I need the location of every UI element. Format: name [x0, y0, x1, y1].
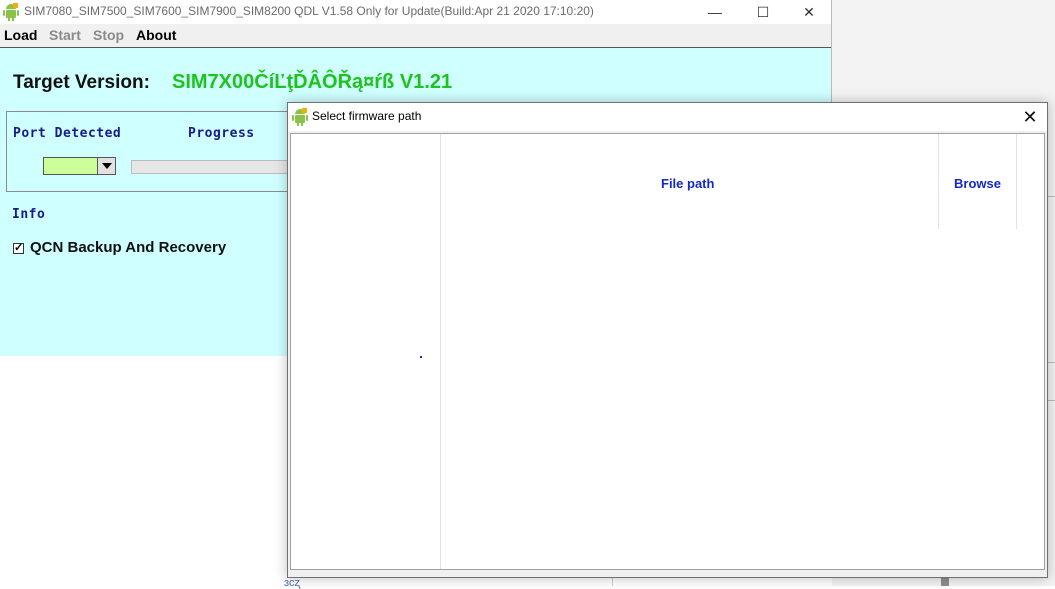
progress-bar — [131, 160, 291, 174]
window-title: SIM7080_SIM7500_SIM7600_SIM7900_SIM8200 … — [24, 4, 594, 18]
qcn-backup-checkbox[interactable]: ✓ — [13, 243, 24, 254]
close-button[interactable]: ✕ — [786, 0, 832, 24]
grid-column-divider — [440, 134, 441, 569]
title-bar: SIM7080_SIM7500_SIM7600_SIM7900_SIM8200 … — [0, 0, 831, 24]
android-app-icon — [292, 108, 308, 126]
background-fragment-text: ɜᴄʐ — [284, 577, 301, 589]
background-side-divider — [1048, 400, 1055, 401]
target-version-value: SIM7X00ČíĽţĎÂÔŘą¤ŕß V1.21 — [172, 71, 453, 93]
port-dropdown[interactable] — [43, 157, 116, 175]
grid-column-divider — [938, 134, 939, 229]
grid-column-divider — [1016, 134, 1017, 229]
dialog-title: Select firmware path — [312, 109, 422, 123]
menu-load[interactable]: Load — [4, 27, 37, 43]
android-app-icon — [3, 3, 19, 21]
select-firmware-dialog: Select firmware path ✕ File path Browse — [287, 102, 1048, 578]
port-detected-label: Port Detected — [13, 126, 122, 141]
browse-column-header[interactable]: Browse — [954, 176, 1001, 191]
close-icon: ✕ — [803, 3, 815, 20]
minimize-icon: — — [708, 4, 722, 20]
menu-start[interactable]: Start — [49, 27, 81, 43]
qcn-backup-label[interactable]: QCN Backup And Recovery — [30, 239, 226, 256]
dialog-close-button[interactable]: ✕ — [1013, 103, 1047, 131]
port-panel — [6, 111, 296, 192]
grid-dot — [420, 356, 422, 358]
info-label: Info — [12, 207, 46, 222]
maximize-icon: ☐ — [756, 3, 770, 20]
background-side-divider — [1048, 362, 1055, 363]
menu-about[interactable]: About — [136, 27, 176, 43]
background-side-divider — [1048, 196, 1055, 197]
chevron-down-icon — [102, 163, 112, 169]
file-path-column-header: File path — [661, 176, 715, 191]
progress-label: Progress — [188, 126, 255, 141]
menu-bar: Load Start Stop About — [0, 24, 831, 48]
dialog-title-bar: Select firmware path ✕ — [288, 103, 1047, 131]
dropdown-button[interactable] — [97, 158, 115, 174]
menu-stop[interactable]: Stop — [93, 27, 124, 43]
target-version-label: Target Version: — [13, 72, 150, 93]
minimize-button[interactable]: — — [692, 0, 738, 24]
firmware-path-grid[interactable]: File path Browse — [290, 133, 1045, 570]
close-icon: ✕ — [1022, 106, 1038, 127]
maximize-button[interactable]: ☐ — [740, 0, 786, 24]
